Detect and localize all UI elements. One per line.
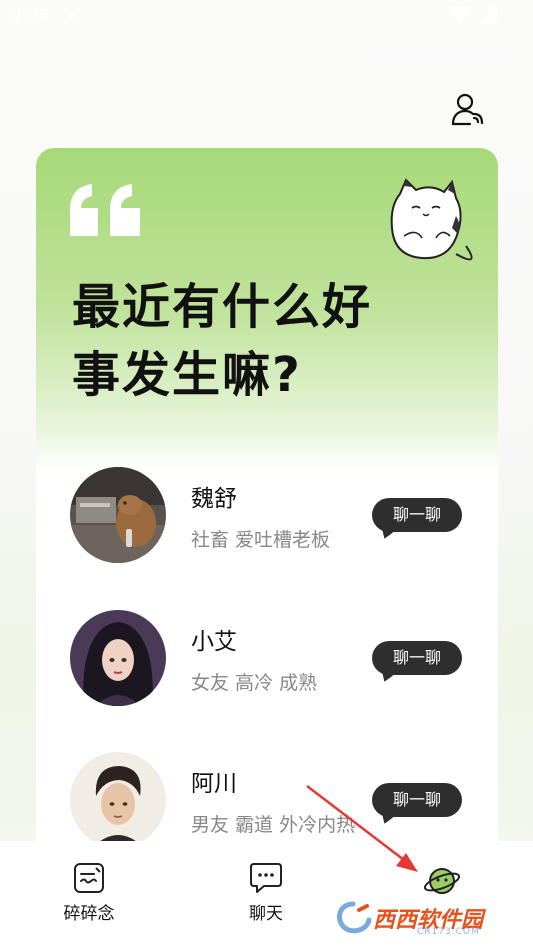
headline-line-2: 事发生嘛? [72,347,302,403]
app-screen: 4:26 最近有什么好 事发生嘛? 魏舒 社畜 爱吐槽老板 聊一聊 小艾 女友 … [0,0,533,948]
chat-button[interactable]: 聊一聊 [372,783,462,817]
avatar [70,752,166,848]
headline: 最近有什么好 事发生嘛? [72,273,452,409]
contact-tags: 女友 高冷 成熟 [191,672,318,694]
watermark-logo: 西西软件园 CR173.COM [333,900,523,937]
chat-button[interactable]: 聊一聊 [372,498,462,532]
contact-name: 魏舒 [191,486,237,512]
planet-icon [423,868,461,894]
avatar [70,467,166,563]
contact-name: 阿川 [191,771,237,797]
chat-button[interactable]: 聊一聊 [372,641,462,675]
watermark-subtext: CR173.COM [417,927,480,937]
contact-item[interactable]: 阿川 男友 霸道 外冷内热 聊一聊 [70,752,470,848]
status-bar: 4:26 [0,0,533,36]
wifi-icon [450,7,470,24]
notification-dot-icon [68,13,75,20]
tab-explore[interactable] [392,861,492,905]
cat-illustration [386,176,486,280]
contact-item[interactable]: 小艾 女友 高冷 成熟 聊一聊 [70,610,470,706]
contact-name: 小艾 [191,629,237,655]
headline-line-1: 最近有什么好 [72,279,373,335]
contact-tags: 男友 霸道 外冷内热 [191,814,356,836]
user-profile-button[interactable] [450,92,486,128]
watermark-swirl-icon [336,901,372,934]
quote-mark-icon [68,182,144,242]
avatar [70,610,166,706]
tab-notes[interactable]: 碎碎念 [39,861,139,924]
note-icon [74,863,104,893]
contact-item[interactable]: 魏舒 社畜 爱吐槽老板 聊一聊 [70,467,470,563]
tab-label: 聊天 [249,904,283,924]
prompt-card: 最近有什么好 事发生嘛? 魏舒 社畜 爱吐槽老板 聊一聊 小艾 女友 高冷 成熟… [36,148,498,868]
tab-label: 碎碎念 [63,904,115,924]
user-settings-icon [451,93,484,126]
contact-tags: 社畜 爱吐槽老板 [191,529,331,551]
status-time: 4:26 [12,6,51,26]
chat-bubble-icon [250,863,282,893]
battery-icon [488,6,497,23]
tab-chat[interactable]: 聊天 [216,861,316,924]
